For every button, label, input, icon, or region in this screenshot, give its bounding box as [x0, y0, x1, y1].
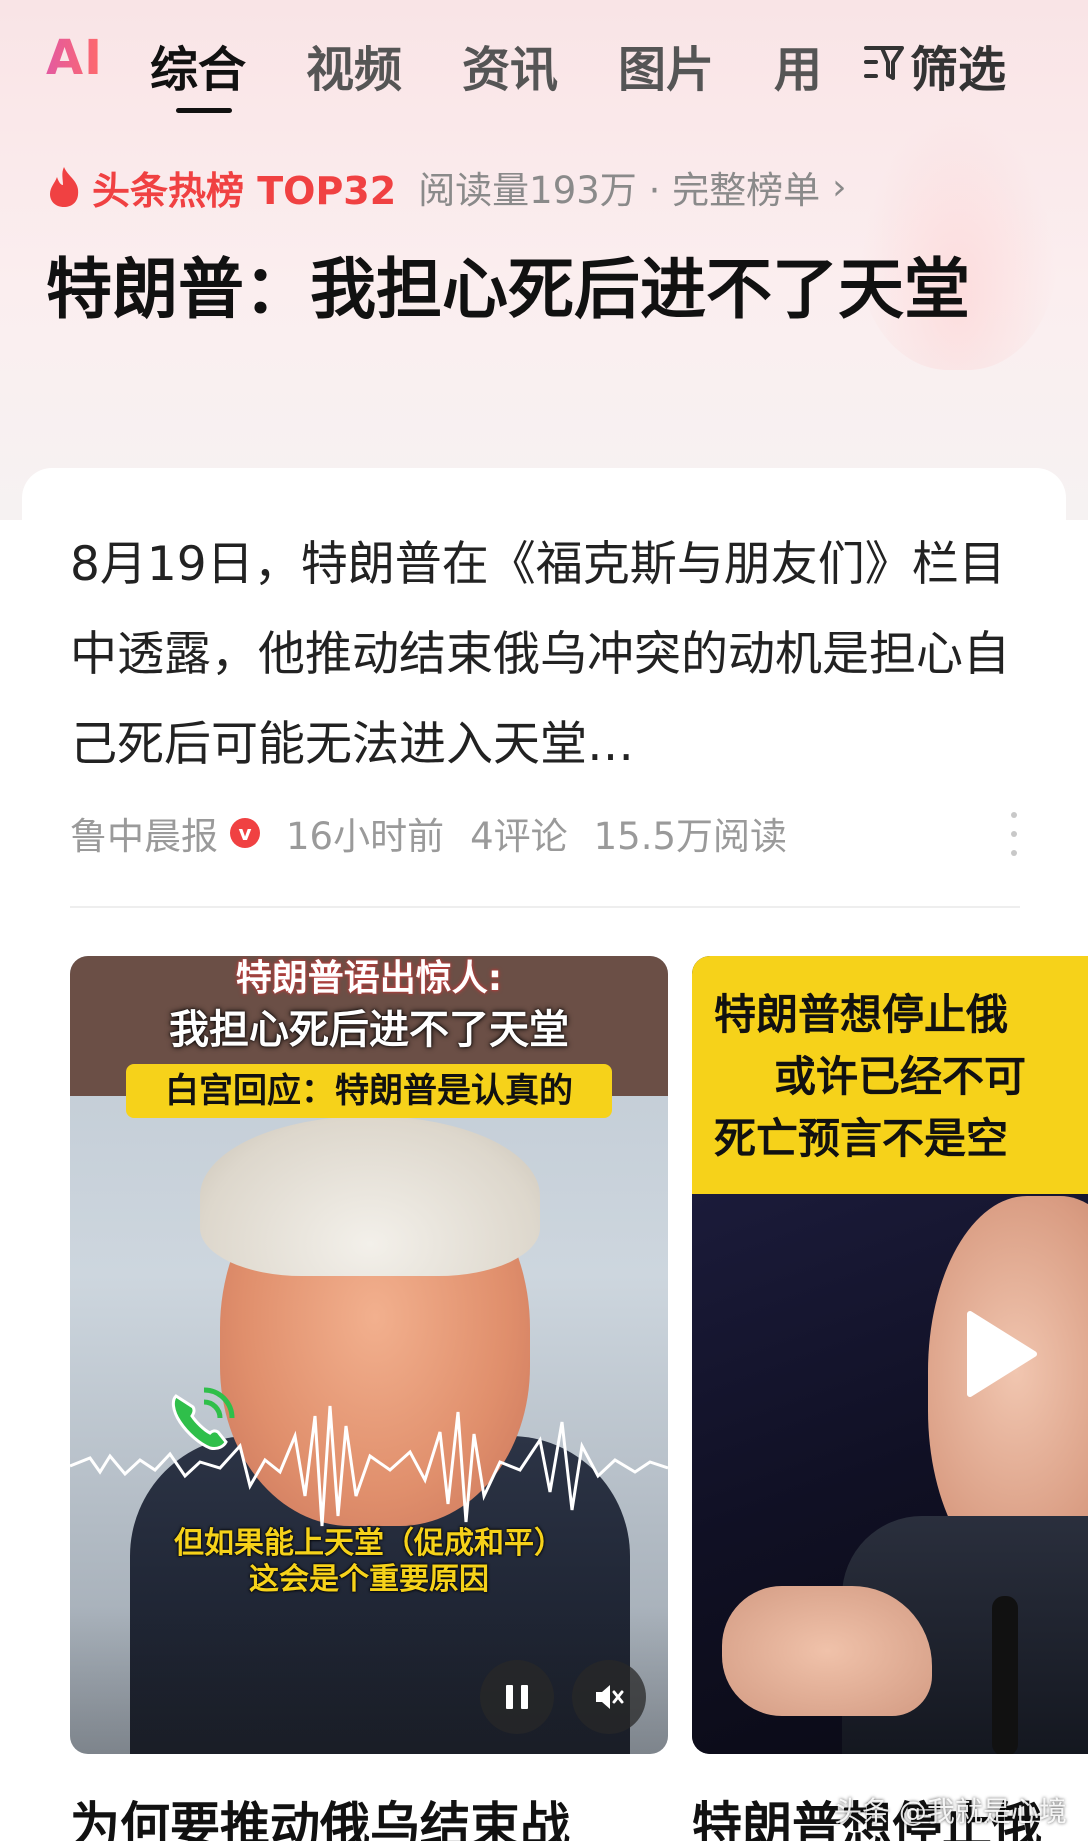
hot-list-link[interactable]: 头条热榜 TOP32 阅读量193万 · 完整榜单 ›	[46, 164, 847, 213]
video-1-subtitle: 但如果能上天堂（促成和平） 这会是个重要原因	[70, 1526, 668, 1598]
more-options-icon[interactable]	[1004, 812, 1024, 856]
publish-time: 16小时前	[286, 815, 445, 858]
active-tab-indicator	[176, 108, 232, 113]
ai-tab[interactable]: AI	[46, 30, 103, 86]
read-count: 15.5万阅读	[593, 815, 788, 858]
play-icon[interactable]	[960, 1306, 1040, 1402]
video-thumbnail-1[interactable]: 特朗普语出惊人: 我担心死后进不了天堂 白宫回应：特朗普是认真的 但如果能上天堂…	[70, 956, 668, 1754]
microphone	[992, 1596, 1018, 1754]
video-2-caption: 特朗普想停止俄 或许已经不可 死亡预言不是空	[714, 984, 1088, 1170]
tab-video[interactable]: 视频	[306, 30, 402, 100]
video-1-caption-banner: 白宫回应：特朗普是认真的	[126, 1064, 612, 1118]
source-name[interactable]: 鲁中晨报	[70, 806, 218, 860]
tab-comprehensive[interactable]: 综合	[150, 30, 246, 100]
video-2-caption-line-3: 死亡预言不是空	[714, 1114, 1009, 1163]
tab-news[interactable]: 资讯	[462, 30, 558, 100]
chevron-right-icon: ›	[832, 166, 847, 208]
filter-button[interactable]: 筛选	[910, 30, 1006, 100]
video-1-subtitle-line-1: 但如果能上天堂（促成和平）	[174, 1526, 564, 1561]
search-tab-bar: AI 综合 视频 资讯 图片 用 筛选	[0, 0, 1088, 120]
phone-call-icon	[171, 1387, 235, 1450]
verified-badge-icon: v	[230, 818, 260, 848]
comment-count: 4评论	[470, 815, 568, 858]
pause-icon-bar-right	[521, 1685, 528, 1709]
pause-button[interactable]	[480, 1660, 554, 1734]
tab-images[interactable]: 图片	[618, 30, 714, 100]
read-count-and-full-list[interactable]: 阅读量193万 · 完整榜单	[418, 160, 820, 214]
video-1-figure-hair	[200, 1116, 540, 1276]
tab-users[interactable]: 用	[774, 30, 822, 100]
video-2-figure-hand	[722, 1586, 932, 1716]
article-meta: 鲁中晨报 v 16小时前 4评论 15.5万阅读	[70, 808, 787, 858]
divider	[70, 906, 1020, 908]
hot-rank-label: 头条热榜 TOP32	[92, 168, 397, 213]
watermark: 头条 @我就是心境	[834, 1795, 1067, 1828]
video-1-caption-main: 我担心死后进不了天堂	[169, 1007, 569, 1053]
mute-icon	[596, 1685, 624, 1709]
video-1-title[interactable]: 为何要推动俄乌结束战	[70, 1786, 570, 1841]
mute-button[interactable]	[572, 1660, 646, 1734]
flame-icon	[50, 167, 79, 207]
video-2-caption-line-2: 或许已经不可	[774, 1052, 1027, 1101]
video-1-subtitle-line-2: 这会是个重要原因	[249, 1562, 489, 1597]
pause-icon-bar-left	[506, 1685, 513, 1709]
page-title: 特朗普：我担心死后进不了天堂	[46, 251, 970, 328]
video-2-caption-line-1: 特朗普想停止俄	[714, 990, 1009, 1039]
video-1-caption-top: 特朗普语出惊人:	[235, 958, 503, 999]
filter-icon[interactable]	[862, 40, 906, 84]
article-summary[interactable]: 8月19日，特朗普在《福克斯与朋友们》栏目中透露，他推动结束俄乌冲突的动机是担心…	[70, 520, 1020, 790]
